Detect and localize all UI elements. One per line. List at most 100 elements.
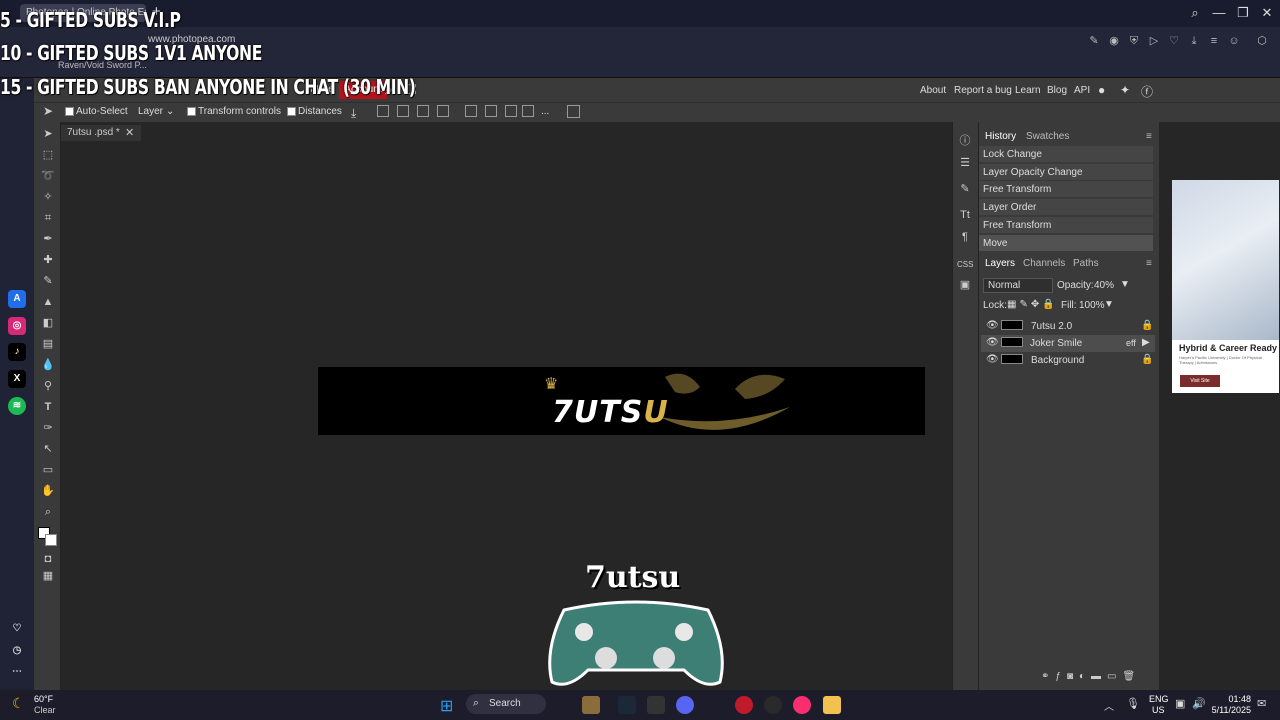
discord-icon[interactable] [676, 696, 694, 714]
layer-row[interactable]: 👁 Joker Smile eff ▶ [981, 335, 1155, 352]
layer-row[interactable]: 👁 Background 🔒 [981, 352, 1155, 369]
tab-channels[interactable]: Channels [1023, 258, 1065, 269]
shield-icon[interactable]: ⛨ [1126, 33, 1142, 49]
itunes-icon[interactable] [793, 696, 811, 714]
quick-mask-icon[interactable]: ◘ [40, 551, 56, 567]
close-icon[interactable]: ✕ [125, 126, 134, 139]
chevron-down-icon[interactable]: ▼ [1104, 299, 1114, 310]
background-color-swatch[interactable] [45, 534, 57, 546]
app-icon[interactable] [582, 696, 600, 714]
brush-tool-icon[interactable]: ✎ [40, 273, 56, 289]
rectangle-tool-icon[interactable]: ▭ [40, 462, 56, 478]
download-icon[interactable]: ⤓ [1186, 33, 1202, 49]
opera-icon[interactable] [735, 696, 753, 714]
blend-mode-select[interactable]: Normal [983, 278, 1053, 293]
tab-swatches[interactable]: Swatches [1026, 131, 1069, 142]
maximize-button[interactable]: ❐ [1232, 4, 1254, 22]
search-icon[interactable]: ⌕ [1184, 4, 1206, 22]
eye-icon[interactable]: 👁 [986, 320, 999, 331]
align-right-icon[interactable] [417, 105, 429, 117]
more-options[interactable]: ... [541, 106, 549, 117]
zoom-tool-icon[interactable]: ⌕ [40, 504, 56, 520]
expand-arrow-icon[interactable]: ▶ [1142, 337, 1150, 348]
gradient-icon[interactable]: ▤ [40, 336, 56, 352]
microphone-icon[interactable]: 🎙 [1126, 697, 1140, 710]
marquee-tool-icon[interactable]: ⬚ [40, 147, 56, 163]
type-tool-icon[interactable]: T [40, 399, 56, 415]
magic-wand-icon[interactable]: ✧ [40, 189, 56, 205]
more-icon[interactable]: ⋯ [8, 663, 26, 681]
spotify-icon[interactable]: ≋ [8, 397, 26, 415]
history-item[interactable]: Free Transform [979, 217, 1153, 234]
panel-menu-icon[interactable]: ≡ [1146, 258, 1152, 269]
close-window-button[interactable]: ✕ [1256, 4, 1278, 22]
paragraph-icon[interactable]: ¶ [957, 229, 973, 245]
screen-mode-icon[interactable]: ▦ [40, 568, 56, 584]
tab-history[interactable]: History [985, 131, 1016, 142]
history-icon[interactable]: ◷ [8, 642, 26, 660]
panel-menu-icon[interactable]: ≡ [1146, 131, 1152, 142]
heart-icon[interactable]: ♡ [8, 620, 26, 638]
clone-stamp-icon[interactable]: ▲ [40, 294, 56, 310]
menu-blog[interactable]: Blog [1047, 85, 1067, 96]
layer-row[interactable]: 👁 7utsu 2.0 🔒 [981, 318, 1155, 335]
lock-icons[interactable]: ▦✎✥🔒 [1007, 299, 1058, 310]
download-icon[interactable]: ⤓ [351, 106, 356, 121]
dodge-tool-icon[interactable]: ⚲ [40, 378, 56, 394]
lasso-tool-icon[interactable]: ➰ [40, 168, 56, 184]
history-item[interactable]: Layer Order [979, 199, 1153, 216]
pen-tool-icon[interactable]: ✑ [40, 420, 56, 436]
windows-start-icon[interactable]: ⊞ [440, 696, 453, 716]
epic-games-icon[interactable] [647, 696, 665, 714]
align-bottom-icon[interactable] [505, 105, 517, 117]
steam-icon[interactable] [618, 696, 636, 714]
auto-select-checkbox[interactable] [65, 107, 74, 116]
language-code[interactable]: ENG [1149, 694, 1169, 704]
healing-brush-icon[interactable]: ✚ [40, 252, 56, 268]
grid-icon[interactable] [567, 105, 580, 118]
tab-layers[interactable]: Layers [985, 258, 1015, 269]
minimize-button[interactable]: — [1208, 4, 1230, 22]
instagram-icon[interactable]: ◎ [8, 317, 26, 335]
blur-tool-icon[interactable]: 💧 [40, 357, 56, 373]
eyedropper-icon[interactable]: ✒ [40, 231, 56, 247]
transform-controls-checkbox[interactable] [187, 107, 196, 116]
eye-icon[interactable]: 👁 [986, 354, 999, 365]
align-top-icon[interactable] [465, 105, 477, 117]
align-center-icon[interactable] [397, 105, 409, 117]
distribute-vertical-icon[interactable] [522, 105, 534, 117]
css-icon[interactable]: CSS [957, 257, 973, 273]
volume-icon[interactable]: 🔊 [1192, 697, 1206, 710]
distances-checkbox[interactable] [287, 107, 296, 116]
brush-settings-icon[interactable]: ✎ [957, 181, 973, 197]
notifications-icon[interactable]: ✉ [1257, 697, 1266, 710]
obs-icon[interactable] [764, 696, 782, 714]
move-tool-icon[interactable]: ➤ [43, 104, 53, 118]
opacity-value[interactable]: 40% [1094, 280, 1114, 291]
crop-tool-icon[interactable]: ⌗ [40, 210, 56, 226]
hand-tool-icon[interactable]: ✋ [40, 483, 56, 499]
twitter-icon[interactable]: ✦ [1120, 83, 1130, 97]
history-item[interactable]: Lock Change [979, 146, 1153, 163]
eye-icon[interactable]: 👁 [986, 337, 999, 348]
menu-about[interactable]: About [920, 85, 946, 96]
fill-value[interactable]: 100% [1079, 300, 1105, 311]
align-left-icon[interactable] [377, 105, 389, 117]
menu-report-bug[interactable]: Report a bug [954, 85, 1012, 96]
image-icon[interactable]: ▣ [957, 277, 973, 293]
history-item[interactable]: Move [979, 235, 1153, 252]
character-icon[interactable]: Tt [957, 207, 973, 223]
chevron-down-icon[interactable]: ▼ [1120, 279, 1130, 290]
menu-api[interactable]: API [1074, 85, 1090, 96]
facebook-icon[interactable]: ⓕ [1141, 83, 1153, 100]
path-select-icon[interactable]: ↖ [40, 441, 56, 457]
layer-select[interactable]: Layer [138, 106, 163, 117]
align-middle-icon[interactable] [485, 105, 497, 117]
layer-actions-icons[interactable]: ⚭ƒ◙◐▬▭🗑 [1041, 671, 1141, 682]
advertisement[interactable]: Hybrid & Career Ready Harper's Pacific U… [1172, 180, 1279, 393]
extensions-icon[interactable]: ⬡ [1254, 33, 1270, 49]
file-explorer-icon[interactable] [823, 696, 841, 714]
aria-icon[interactable]: A [8, 290, 26, 308]
clock-time[interactable]: 01:48 [1215, 694, 1251, 704]
move-tool-icon[interactable]: ➤ [40, 126, 56, 142]
